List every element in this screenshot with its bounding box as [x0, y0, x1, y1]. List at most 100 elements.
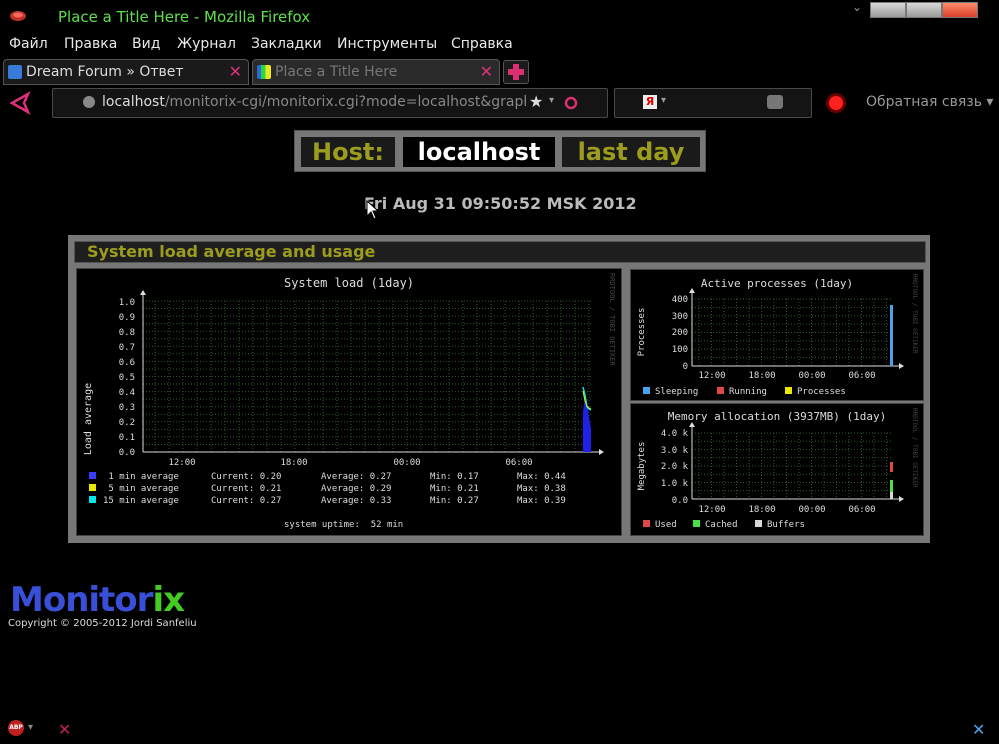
xtick: 06:00 [505, 458, 532, 468]
report-datetime: Fri Aug 31 09:50:52 MSK 2012 [364, 194, 637, 213]
dropdown-arrow-icon[interactable]: ▾ [661, 95, 666, 106]
legend-swatch [89, 496, 96, 503]
xtick: 12:00 [698, 505, 725, 515]
legend-swatch [755, 520, 762, 527]
host-selector: Host: localhost last day [294, 130, 706, 172]
processes-graph-ylabel: Processes [637, 308, 647, 357]
search-box[interactable]: Я ▾ [614, 88, 812, 118]
legend-swatch [89, 472, 96, 479]
legend-average: Average: 0.29 [321, 484, 391, 494]
monitorix-logo[interactable]: Monitorix [10, 580, 185, 620]
status-x-icon[interactable]: ✕ [972, 720, 985, 739]
close-tab-icon[interactable]: ✕ [229, 62, 242, 81]
legend-min: Min: 0.17 [430, 472, 479, 482]
tab-bar: Dream Forum » Ответ ✕ Place a Title Here… [0, 58, 999, 86]
record-icon[interactable] [824, 91, 848, 115]
feedback-label: Обратная связь [866, 94, 982, 110]
search-go-icon[interactable] [767, 95, 783, 109]
legend-name: Used [655, 520, 677, 530]
legend-name: Running [729, 387, 767, 397]
maximize-button[interactable] [906, 2, 942, 18]
memory-legend: Used Cached Buffers [643, 520, 805, 530]
memory-series-buffers [890, 492, 893, 499]
xtick: 18:00 [748, 505, 775, 515]
legend-average: Average: 0.27 [321, 472, 391, 482]
ytick: 0.3 [119, 403, 135, 413]
xtick: 00:00 [798, 371, 825, 381]
processes-legend: Sleeping Running Processes [643, 387, 846, 397]
xtick: 06:00 [848, 371, 875, 381]
load-graph-ylabel: Load average [83, 383, 94, 455]
processes-yticks: 400 300 200 100 0 [672, 295, 688, 372]
menu-view[interactable]: Вид [132, 36, 160, 52]
xtick: 18:00 [280, 458, 307, 468]
ytick: 0.4 [119, 388, 135, 398]
legend-swatch [717, 387, 724, 394]
bookmark-star-icon[interactable]: ★ [529, 92, 543, 111]
host-value: localhost [403, 137, 555, 167]
ytick: 3.0 k [661, 446, 689, 456]
ytick: 0.9 [119, 313, 135, 323]
menu-help[interactable]: Справка [451, 36, 513, 52]
load-graph: System load (1day) Load average RRDTOOL … [76, 268, 622, 536]
menu-bookmarks[interactable]: Закладки [251, 36, 322, 52]
ytick: 1.0 [119, 298, 135, 308]
reload-icon[interactable] [563, 95, 579, 111]
dropdown-arrow-icon[interactable]: ▾ [549, 95, 554, 106]
legend-min: Min: 0.21 [430, 484, 479, 494]
memory-graph-svg: Memory allocation (3937MB) (1day) Megaby… [637, 408, 918, 530]
legend-name: 1 min average [103, 472, 179, 482]
grid-line [140, 290, 146, 295]
legend-average: Average: 0.33 [321, 496, 391, 506]
grid-line [689, 288, 695, 293]
rrdtool-credit: RRDTOOL / TOBI OETIKER [911, 408, 918, 488]
ytick: 0.1 [119, 433, 135, 443]
section-header: System load average and usage [74, 241, 926, 263]
url-bar[interactable]: localhost/monitorix-cgi/monitorix.cgi?mo… [52, 88, 608, 118]
legend-swatch [693, 520, 700, 527]
ytick: 0.0 [672, 496, 688, 506]
processes-graph-title: Active processes (1day) [701, 277, 853, 290]
memory-yticks: 4.0 k 3.0 k 2.0 k 1.0 k 0.0 [661, 429, 689, 506]
memory-series-used [890, 462, 893, 472]
menu-tools[interactable]: Инструменты [337, 36, 437, 52]
xtick: 12:00 [168, 458, 195, 468]
logo-part-a: Monitor [10, 580, 153, 620]
menu-file[interactable]: Файл [9, 36, 48, 52]
minimize-button[interactable] [870, 2, 906, 18]
tab-dream-forum[interactable]: Dream Forum » Ответ ✕ [3, 59, 249, 85]
tab-label: Dream Forum » Ответ [26, 64, 184, 80]
menu-history[interactable]: Журнал [177, 36, 236, 52]
adblock-icon[interactable]: ABP [8, 720, 24, 736]
favicon-icon [8, 65, 22, 79]
rrdtool-credit: RRDTOOL / TOBI OETIKER [911, 274, 918, 354]
system-uptime: system uptime: 52 min [284, 520, 403, 530]
ytick: 0.5 [119, 373, 135, 383]
ytick: 1.0 k [661, 479, 689, 489]
close-tab-icon[interactable]: ✕ [480, 62, 493, 81]
window-titlebar: Place a Title Here - Mozilla Firefox ⌄ [0, 0, 999, 32]
grid-line [599, 449, 604, 455]
ytick: 0.7 [119, 343, 135, 353]
xtick: 00:00 [798, 505, 825, 515]
legend-swatch [785, 387, 792, 394]
yandex-icon[interactable]: Я [643, 95, 657, 109]
processes-graph: Active processes (1day) Processes RRDTOO… [630, 269, 924, 401]
tab-place-title[interactable]: Place a Title Here ✕ [252, 59, 500, 85]
plus-icon [508, 64, 524, 80]
legend-swatch [643, 520, 650, 527]
monitorix-favicon-icon [257, 65, 271, 79]
memory-graph-title: Memory allocation (3937MB) (1day) [668, 410, 887, 423]
globe-icon [83, 96, 95, 108]
close-addon-icon[interactable]: ✕ [58, 720, 71, 739]
copyright: Copyright © 2005-2012 Jordi Sanfeliu [8, 618, 197, 629]
back-arrow-icon[interactable] [8, 91, 32, 115]
xtick: 18:00 [748, 371, 775, 381]
menu-edit[interactable]: Правка [64, 36, 117, 52]
chevron-down-icon[interactable]: ⌄ [852, 0, 862, 14]
new-tab-button[interactable] [503, 60, 529, 84]
dropdown-arrow-icon[interactable]: ▾ [28, 722, 33, 733]
feedback-button[interactable]: Обратная связь ▾ [866, 94, 993, 110]
close-window-button[interactable] [942, 2, 978, 18]
ytick: 0 [683, 362, 688, 372]
